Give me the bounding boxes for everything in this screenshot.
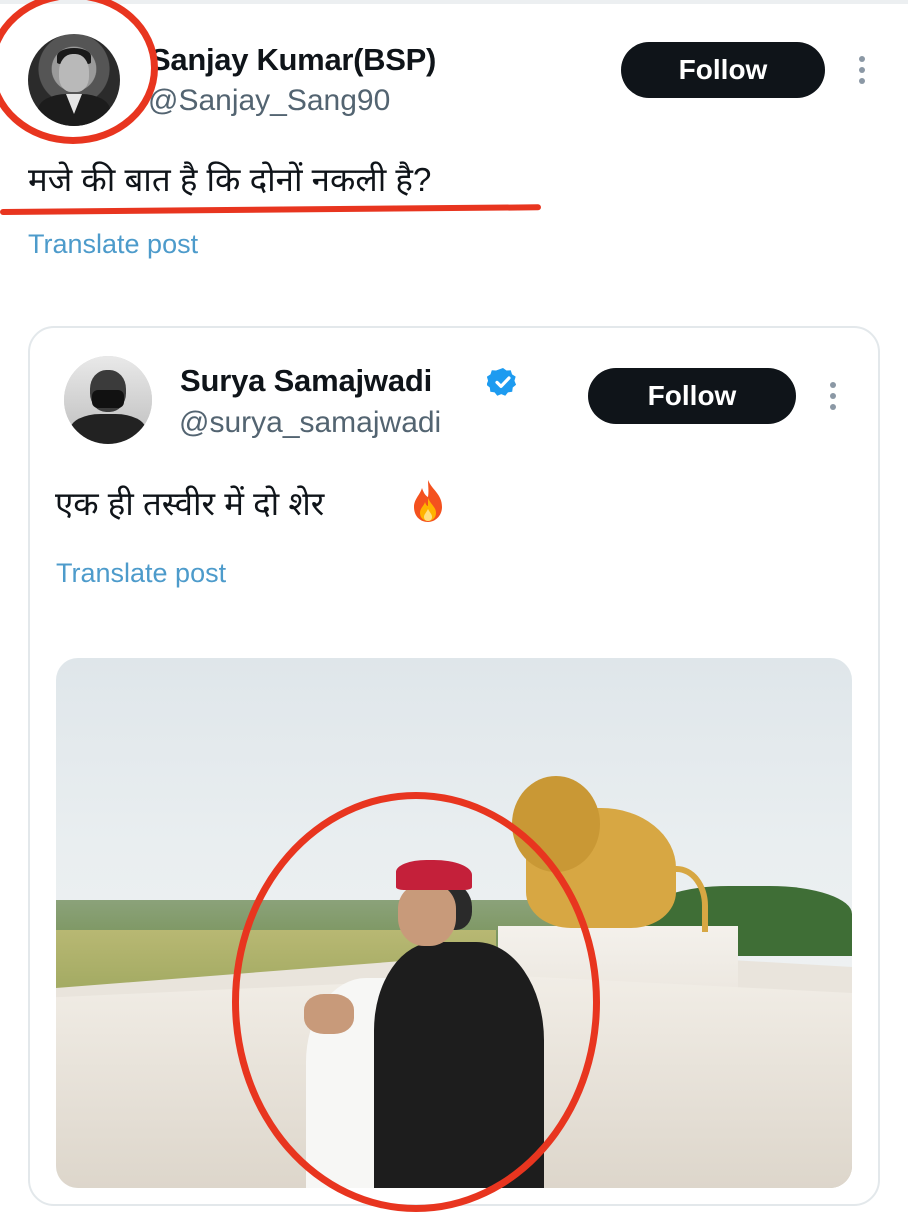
post-text: मजे की बात है कि दोनों नकली है? (28, 161, 432, 198)
red-ellipse-annotation (232, 792, 600, 1212)
quoted-post-text: एक ही तस्वीर में दो शेर (55, 485, 325, 522)
quoted-more-options-icon[interactable] (823, 378, 843, 414)
author-name[interactable]: Sanjay Kumar(BSP) (150, 42, 436, 78)
quoted-author-handle[interactable]: @surya_samajwadi (179, 406, 441, 440)
quoted-author-avatar[interactable] (64, 356, 152, 444)
follow-button[interactable]: Follow (621, 42, 825, 98)
verified-badge-icon (487, 368, 517, 396)
author-handle[interactable]: @Sanjay_Sang90 (148, 84, 390, 118)
translate-post-link[interactable]: Translate post (28, 229, 198, 260)
fire-icon (414, 480, 442, 522)
quoted-translate-post-link[interactable]: Translate post (56, 558, 226, 589)
quoted-follow-button[interactable]: Follow (588, 368, 796, 424)
more-options-icon[interactable] (852, 52, 872, 88)
red-underline-annotation (0, 204, 542, 215)
top-divider (0, 0, 908, 4)
red-circle-annotation (0, 0, 158, 144)
quoted-author-name[interactable]: Surya Samajwadi (180, 363, 432, 399)
